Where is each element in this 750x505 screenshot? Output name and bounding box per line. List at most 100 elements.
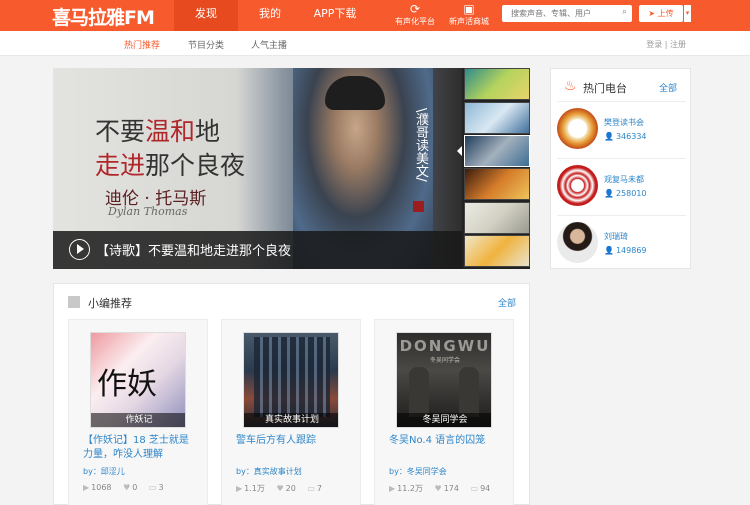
- logo[interactable]: 喜马拉雅FM: [52, 3, 155, 30]
- nav-app-download[interactable]: APP下载: [310, 0, 360, 31]
- banner-thumb[interactable]: [464, 168, 530, 200]
- banner-carousel[interactable]: 不要温和地 走进那个良夜 迪伦 · 托马斯 Dylan Thomas \濮哥读美…: [53, 68, 530, 269]
- album-cover[interactable]: 作妖 作妖记: [90, 332, 186, 428]
- like-icon: ♥: [434, 484, 442, 493]
- chevron-down-icon: ▾: [685, 9, 690, 17]
- album-cover-label: 作妖记: [91, 413, 185, 427]
- mall-link[interactable]: ▣ 新声活商城: [444, 2, 494, 27]
- editor-picks-all-link[interactable]: 全部: [498, 296, 516, 309]
- auth-links: 登录 | 注册: [646, 39, 686, 50]
- station-item[interactable]: 观复马未都 👤 258010: [557, 165, 686, 209]
- tab-popular-anchors[interactable]: 人气主播: [251, 38, 287, 51]
- album-author[interactable]: by：冬吴同学会: [389, 466, 447, 477]
- station-avatar[interactable]: [557, 108, 598, 149]
- album-cover-person: [459, 367, 479, 417]
- upload-dropdown[interactable]: ▾: [683, 5, 691, 22]
- station-followers: 👤 149869: [604, 246, 647, 255]
- station-item[interactable]: 樊登读书会 👤 346334: [557, 108, 686, 152]
- editor-picks-panel: 小编推荐 全部 作妖 作妖记 【作妖记】18 芝士就是力量，咋没人理解 by：邱…: [53, 283, 530, 505]
- user-icon: 👤: [604, 246, 614, 255]
- nav-mine[interactable]: 我的: [250, 0, 290, 31]
- station-item[interactable]: 刘瑞琦 👤 149869: [557, 222, 686, 266]
- banner-caption[interactable]: 【诗歌】不要温和地走进那个良夜: [96, 240, 291, 259]
- tab-categories[interactable]: 节目分类: [188, 38, 224, 51]
- top-bar: 喜马拉雅FM 发现 我的 APP下载 ⟳ 有声化平台 ▣ 新声活商城 ⌕ ➤ 上…: [0, 0, 750, 31]
- album-cover-art-text: 作妖: [97, 367, 157, 402]
- play-count: 1.1万: [244, 484, 265, 493]
- album-card: DONGWU 冬吴同学会 冬吴同学会 冬吴No.4 语言的囚笼 by：冬吴同学会…: [374, 319, 514, 505]
- play-count-icon: ▶: [83, 483, 90, 492]
- comment-icon: ▭: [148, 483, 157, 492]
- album-author[interactable]: by：邱涩儿: [83, 466, 125, 477]
- login-link[interactable]: 登录: [646, 40, 662, 49]
- user-icon: 👤: [604, 189, 614, 198]
- play-count-icon: ▶: [236, 484, 243, 493]
- album-title[interactable]: 【作妖记】18 芝士就是力量，咋没人理解: [83, 434, 195, 462]
- album-title[interactable]: 冬吴No.4 语言的囚笼: [389, 434, 501, 448]
- album-cover[interactable]: DONGWU 冬吴同学会 冬吴同学会: [396, 332, 492, 428]
- album-cover-label: 真实故事计划: [244, 413, 338, 427]
- like-icon: ♥: [276, 484, 284, 493]
- banner-thumb[interactable]: [464, 202, 530, 234]
- play-count: 11.2万: [397, 484, 423, 493]
- album-cover-person: [409, 367, 429, 417]
- play-count: 1068: [91, 483, 112, 492]
- comment-icon: ▭: [470, 484, 479, 493]
- album-stats: ▶ 1.1万 ♥ 20 ▭ 7: [236, 483, 322, 494]
- banner-thumb[interactable]: [464, 235, 530, 267]
- album-cover-art-subtext: 冬吴同学会: [429, 357, 460, 364]
- banner-thumb-active[interactable]: [464, 135, 530, 167]
- station-followers: 👤 258010: [604, 189, 647, 198]
- station-avatar[interactable]: [557, 222, 598, 263]
- banner-image[interactable]: 不要温和地 走进那个良夜 迪伦 · 托马斯 Dylan Thomas \濮哥读美…: [53, 68, 462, 269]
- play-icon[interactable]: [69, 239, 90, 260]
- search-input[interactable]: [502, 5, 612, 22]
- mall-label: 新声活商城: [449, 17, 489, 26]
- album-cover[interactable]: 真实故事计划: [243, 332, 339, 428]
- station-name[interactable]: 樊登读书会: [604, 117, 644, 128]
- comment-count: 3: [158, 483, 164, 492]
- album-card: 真实故事计划 警车后方有人跟踪 by：真实故事计划 ▶ 1.1万 ♥ 20 ▭ 7: [221, 319, 361, 505]
- like-icon: ♥: [123, 483, 131, 492]
- station-avatar[interactable]: [557, 165, 598, 206]
- banner-thumbnails: [462, 68, 530, 269]
- banner-thumb[interactable]: [464, 102, 530, 134]
- register-link[interactable]: 注册: [670, 40, 686, 49]
- hot-radio-title: 热门电台: [583, 82, 627, 95]
- search-icon[interactable]: ⌕: [622, 7, 627, 17]
- album-card: 作妖 作妖记 【作妖记】18 芝士就是力量，咋没人理解 by：邱涩儿 ▶ 1068…: [68, 319, 208, 505]
- banner-portrait-hair: [325, 76, 385, 110]
- audiobook-platform-label: 有声化平台: [395, 17, 435, 26]
- album-author[interactable]: by：真实故事计划: [236, 466, 302, 477]
- fire-icon: ♨: [564, 78, 577, 94]
- banner-title-line1: 不要温和地: [95, 117, 221, 146]
- nav-discover[interactable]: 发现: [174, 0, 238, 31]
- album-stats: ▶ 1068 ♥ 0 ▭ 3: [83, 483, 164, 492]
- audiobook-platform-link[interactable]: ⟳ 有声化平台: [390, 2, 440, 27]
- bookmark-icon: [68, 296, 80, 308]
- hot-radio-all-link[interactable]: 全部: [659, 81, 677, 94]
- like-count: 20: [285, 484, 296, 493]
- user-icon: 👤: [604, 132, 614, 141]
- editor-picks-title: 小编推荐: [88, 297, 132, 310]
- album-cover-art: [254, 337, 330, 417]
- album-cover-art-text: DONGWU: [399, 337, 491, 355]
- banner-vertical-text: \濮哥读美文/: [413, 108, 428, 182]
- upload-button[interactable]: ➤ 上传: [639, 5, 683, 22]
- banner-author-en: Dylan Thomas: [108, 205, 188, 218]
- hot-radio-panel: ♨ 热门电台 全部 樊登读书会 👤 346334 观复马未都 👤 258010 刘瑞…: [550, 68, 691, 269]
- banner-thumb[interactable]: [464, 68, 530, 100]
- sub-nav: 热门推荐 节目分类 人气主播 登录 | 注册: [0, 31, 750, 56]
- album-stats: ▶ 11.2万 ♥ 174 ▭ 94: [389, 483, 490, 494]
- station-name[interactable]: 刘瑞琦: [604, 231, 628, 242]
- banner-seal: [413, 201, 424, 212]
- station-name[interactable]: 观复马未都: [604, 174, 644, 185]
- album-cover-label: 冬吴同学会: [397, 413, 491, 427]
- search-box: ⌕: [502, 5, 632, 22]
- play-count-icon: ▶: [389, 484, 396, 493]
- album-title[interactable]: 警车后方有人跟踪: [236, 434, 348, 448]
- tab-hot-recommend[interactable]: 热门推荐: [124, 38, 160, 51]
- comment-icon: ▭: [307, 484, 315, 493]
- upload-label: 上传: [657, 9, 674, 18]
- divider: [557, 101, 686, 102]
